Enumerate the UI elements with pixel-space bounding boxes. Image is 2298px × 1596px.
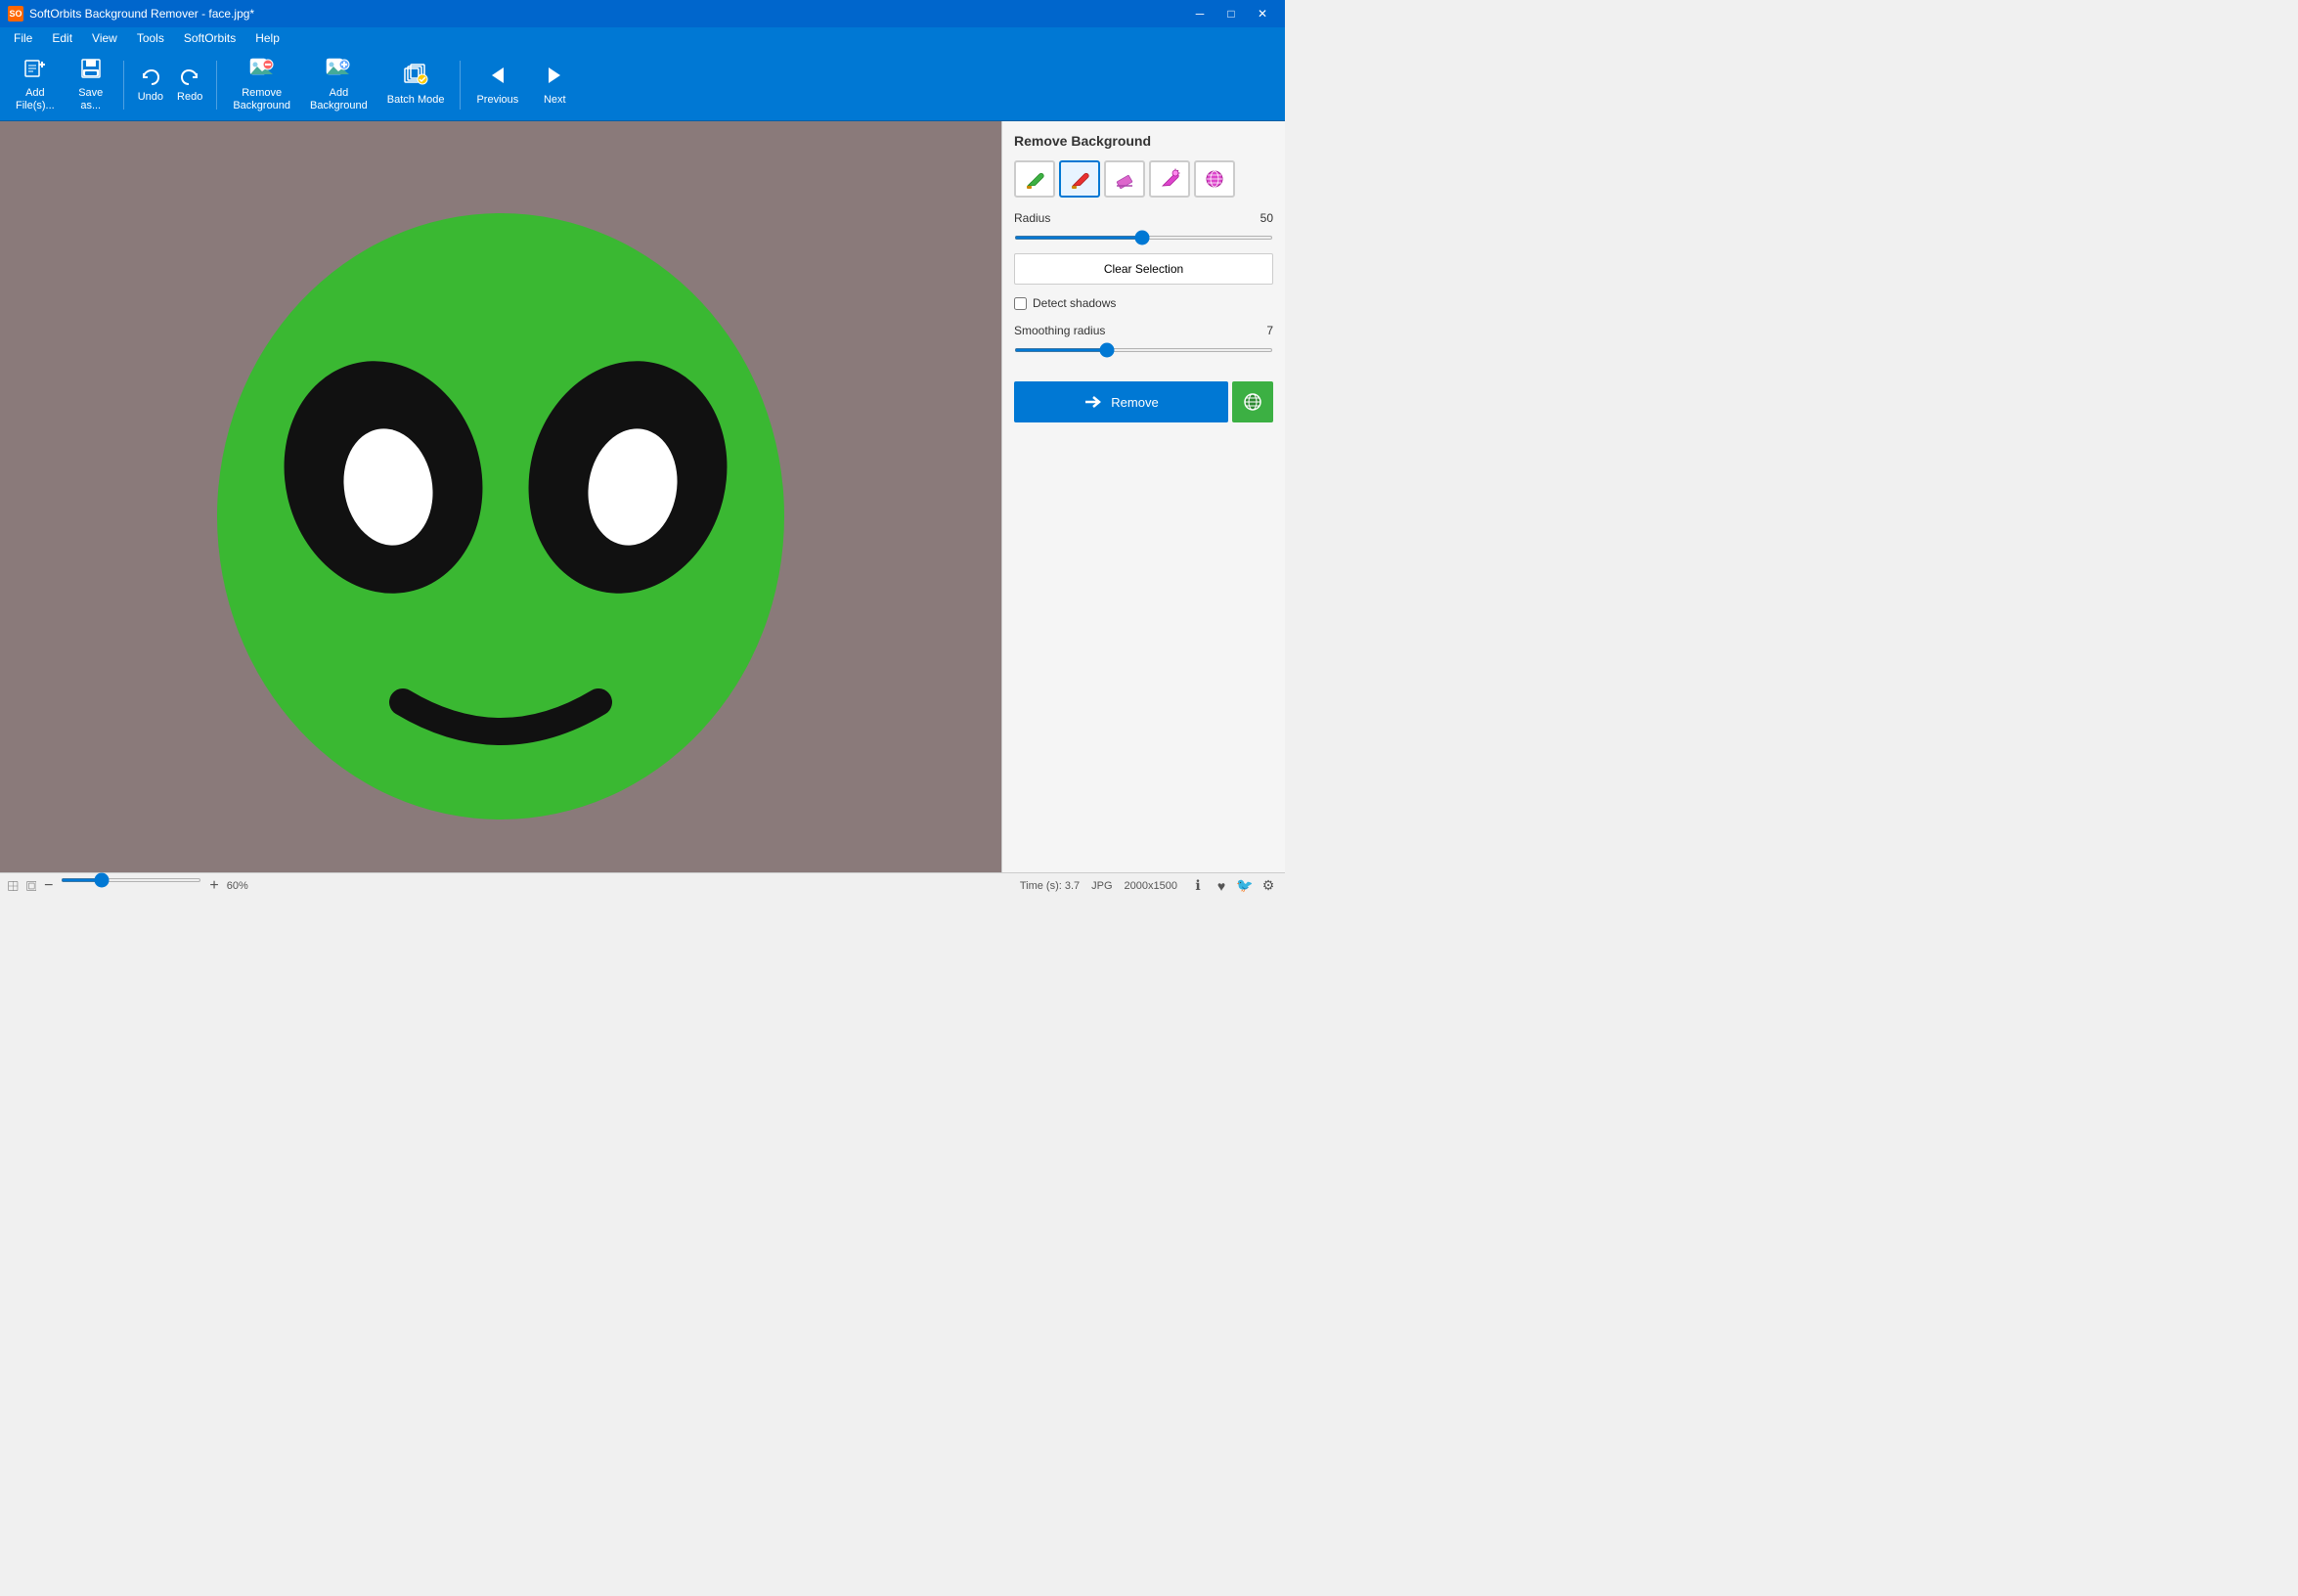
detect-shadows-label[interactable]: Detect shadows <box>1033 296 1116 310</box>
canvas-area[interactable] <box>0 121 1001 872</box>
separator-2 <box>216 61 217 110</box>
remove-brush-button[interactable] <box>1059 160 1100 198</box>
settings-icon[interactable]: ⚙ <box>1259 877 1277 895</box>
add-files-label: AddFile(s)... <box>16 87 55 112</box>
alien-image <box>100 155 902 839</box>
remove-arrow-icon <box>1083 392 1103 412</box>
radius-value: 50 <box>1260 211 1273 225</box>
info-icon[interactable]: ℹ <box>1189 877 1207 895</box>
add-files-icon <box>23 57 47 84</box>
save-as-label: Saveas... <box>78 87 103 112</box>
batch-mode-icon <box>403 64 428 91</box>
right-panel: Remove Background <box>1001 121 1285 872</box>
window-title: SoftOrbits Background Remover - face.jpg… <box>29 7 254 21</box>
redo-button[interactable]: Redo <box>171 64 208 107</box>
zoom-minus[interactable]: − <box>44 877 53 895</box>
radius-row: Radius 50 <box>1014 211 1273 225</box>
zoom-level: 60% <box>227 880 248 892</box>
smoothing-radius-value: 7 <box>1266 324 1273 337</box>
next-label: Next <box>544 94 566 106</box>
menu-softorbits[interactable]: SoftOrbits <box>174 29 245 47</box>
eraser-button[interactable] <box>1104 160 1145 198</box>
save-as-button[interactable]: Saveas... <box>66 53 115 116</box>
menu-tools[interactable]: Tools <box>127 29 174 47</box>
canvas-resize-icon <box>8 877 19 895</box>
time-label: Time (s): 3.7 <box>1020 880 1080 892</box>
title-bar: SO SoftOrbits Background Remover - face.… <box>0 0 1285 27</box>
detect-shadows-checkbox[interactable] <box>1014 297 1027 310</box>
status-bar: − + 60% Time (s): 3.7 JPG 2000x1500 ℹ ♥ … <box>0 872 1285 898</box>
heart-icon[interactable]: ♥ <box>1213 877 1230 895</box>
add-background-icon <box>326 57 351 84</box>
remove-background-label: RemoveBackground <box>233 87 290 112</box>
menu-view[interactable]: View <box>82 29 127 47</box>
smoothing-radius-row: Smoothing radius 7 <box>1014 324 1273 337</box>
add-background-button[interactable]: AddBackground <box>302 53 376 116</box>
previous-icon <box>486 64 509 91</box>
zoom-slider[interactable] <box>61 878 201 882</box>
radius-label: Radius <box>1014 211 1050 225</box>
tool-buttons <box>1014 160 1273 198</box>
add-files-button[interactable]: AddFile(s)... <box>8 53 63 116</box>
radius-slider[interactable] <box>1014 236 1273 240</box>
next-icon <box>543 64 566 91</box>
magic-keep-button[interactable] <box>1149 160 1190 198</box>
zoom-fit-icon <box>26 877 37 895</box>
format-label: JPG <box>1091 880 1112 892</box>
close-button[interactable]: ✕ <box>1248 3 1277 24</box>
menu-edit[interactable]: Edit <box>42 29 82 47</box>
globe-icon <box>1242 391 1263 413</box>
add-background-label: AddBackground <box>310 87 368 112</box>
remove-button[interactable]: Remove <box>1014 381 1228 422</box>
batch-mode-button[interactable]: Batch Mode <box>379 60 453 111</box>
main-content: Remove Background <box>0 121 1285 872</box>
batch-mode-label: Batch Mode <box>387 94 445 107</box>
dimensions-label: 2000x1500 <box>1125 880 1177 892</box>
smoothing-radius-slider[interactable] <box>1014 348 1273 352</box>
zoom-plus[interactable]: + <box>209 877 218 895</box>
remove-globe-button[interactable] <box>1232 381 1273 422</box>
undo-button[interactable]: Undo <box>132 64 169 107</box>
undo-label: Undo <box>138 91 163 103</box>
toolbar: AddFile(s)... Saveas... Undo <box>0 49 1285 121</box>
remove-background-icon <box>249 57 275 84</box>
previous-label: Previous <box>476 94 518 106</box>
status-left: − + 60% <box>8 877 248 895</box>
smoothing-radius-label: Smoothing radius <box>1014 324 1105 337</box>
maximize-button[interactable]: □ <box>1216 3 1246 24</box>
undo-group: Undo Redo <box>132 64 209 107</box>
clear-selection-button[interactable]: Clear Selection <box>1014 253 1273 285</box>
next-button[interactable]: Next <box>530 60 579 110</box>
panel-title: Remove Background <box>1014 133 1273 149</box>
magic-remove-button[interactable] <box>1194 160 1235 198</box>
remove-label: Remove <box>1111 395 1158 410</box>
app-icon: SO <box>8 6 23 22</box>
menu-file[interactable]: File <box>4 29 42 47</box>
remove-row: Remove <box>1014 381 1273 422</box>
status-icons: ℹ ♥ 🐦 ⚙ <box>1189 877 1277 895</box>
keep-brush-button[interactable] <box>1014 160 1055 198</box>
menu-bar: File Edit View Tools SoftOrbits Help <box>0 27 1285 49</box>
save-as-icon <box>79 57 103 84</box>
detect-shadows-row: Detect shadows <box>1014 296 1273 310</box>
separator-3 <box>460 61 461 110</box>
minimize-button[interactable]: ─ <box>1185 3 1215 24</box>
redo-label: Redo <box>177 91 202 103</box>
menu-help[interactable]: Help <box>245 29 289 47</box>
remove-background-button[interactable]: RemoveBackground <box>225 53 298 116</box>
previous-button[interactable]: Previous <box>468 60 526 110</box>
twitter-icon[interactable]: 🐦 <box>1236 877 1254 895</box>
separator-1 <box>123 61 124 110</box>
status-right: Time (s): 3.7 JPG 2000x1500 ℹ ♥ 🐦 ⚙ <box>1020 877 1277 895</box>
